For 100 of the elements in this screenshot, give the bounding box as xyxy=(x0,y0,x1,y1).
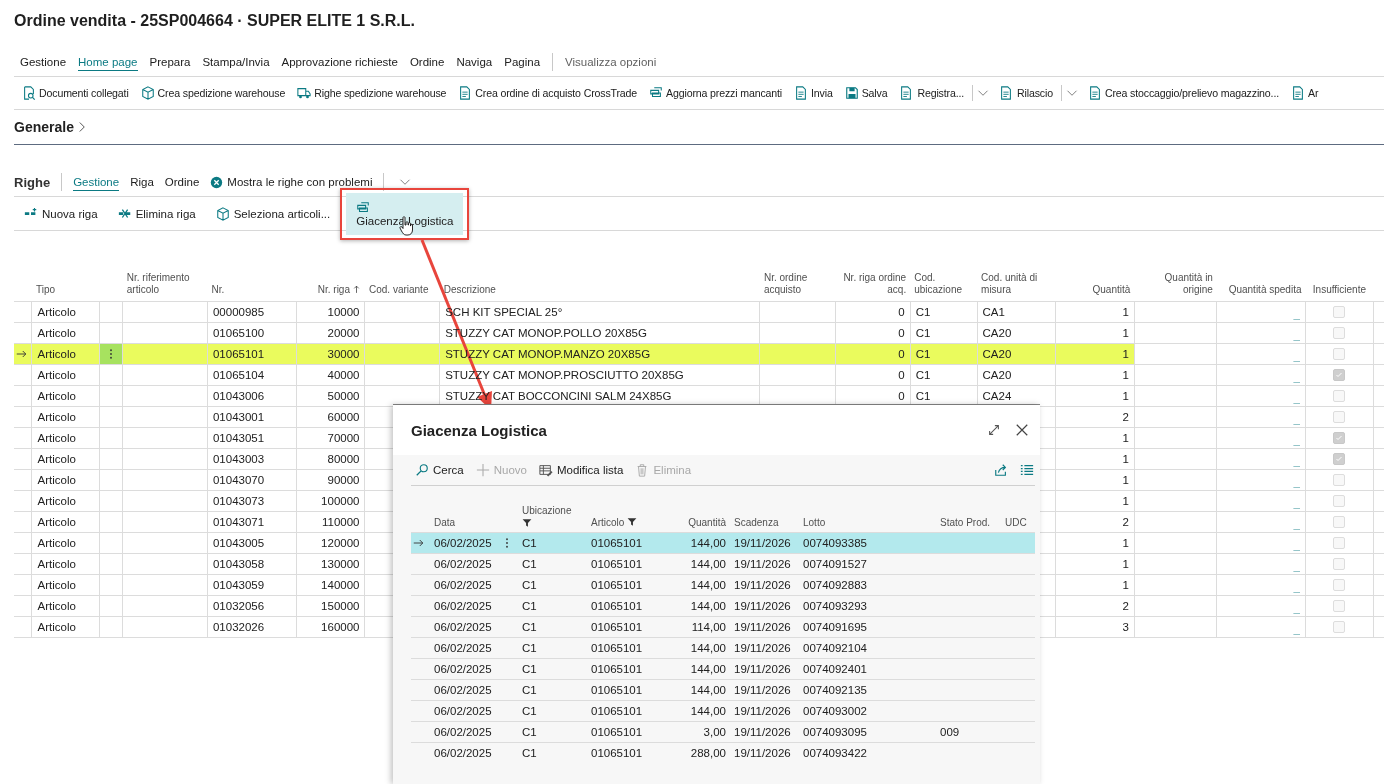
table-row[interactable]: 06/02/2025 C1 01065101 144,00 19/11/2026 0074091527 xyxy=(411,553,1035,575)
table-cell: 01065101 xyxy=(591,537,643,549)
column-header[interactable]: Cod. variante xyxy=(369,284,429,296)
toolbar-button[interactable]: Modifica lista xyxy=(534,460,628,480)
menu-tab[interactable]: Ordine xyxy=(409,53,445,71)
cell-link[interactable]: _ xyxy=(1293,308,1300,320)
column-header[interactable]: Cod. unità di misura xyxy=(981,272,1052,296)
lines-tab[interactable]: Riga xyxy=(130,173,154,191)
table-row[interactable]: 06/02/2025 C1 01065101 144,00 19/11/2026 0074092883 xyxy=(411,574,1035,596)
column-header[interactable]: Nr. riga ordine acq. xyxy=(839,272,907,296)
lines-tab[interactable]: Ordine xyxy=(164,173,200,191)
action-button[interactable]: Crea spedizione warehouse xyxy=(140,82,290,104)
column-header[interactable]: Descrizione xyxy=(443,284,496,296)
table-cell: 0074091527 xyxy=(803,558,867,570)
column-header[interactable]: UDC xyxy=(1005,517,1027,528)
menu-tab[interactable]: Pagina xyxy=(504,53,541,71)
column-header[interactable]: Quantità xyxy=(688,517,726,528)
column-header[interactable]: Data xyxy=(434,517,456,528)
cell-link[interactable]: _ xyxy=(1293,455,1300,467)
cell-link[interactable]: _ xyxy=(1293,602,1300,614)
action-button[interactable]: Rilascio xyxy=(999,81,1082,105)
cell-link[interactable]: _ xyxy=(1293,623,1300,635)
view-options-link[interactable]: Visualizza opzioni xyxy=(565,53,657,71)
cell-link[interactable]: _ xyxy=(1293,371,1300,383)
column-header[interactable]: Quantità in origine xyxy=(1138,272,1213,296)
menu-tab[interactable]: Home page xyxy=(78,53,138,71)
column-header[interactable]: Nr. xyxy=(211,284,225,296)
table-cell: Articolo xyxy=(37,348,76,360)
table-cell: CA20 xyxy=(982,369,1012,381)
list-view-button[interactable] xyxy=(1019,462,1035,478)
table-cell: 19/11/2026 xyxy=(734,600,791,612)
cell-link[interactable]: _ xyxy=(1293,497,1300,509)
action-button[interactable]: Crea stoccaggio/prelievo magazzino... xyxy=(1087,82,1283,104)
table-row[interactable]: 06/02/2025 C1 01065101 144,00 19/11/2026 0074092104 xyxy=(411,637,1035,659)
column-header[interactable]: Stato Prod. xyxy=(940,517,991,528)
close-button[interactable] xyxy=(1014,422,1030,438)
table-cell: 1 xyxy=(1122,348,1129,360)
table-row[interactable]: 06/02/2025 C1 01065101 144,00 19/11/2026 0074092135 xyxy=(411,679,1035,701)
table-cell: 01043070 xyxy=(212,474,265,486)
menu-tab[interactable]: Naviga xyxy=(456,53,493,71)
table-row[interactable]: 06/02/2025 C1 01065101 288,00 19/11/2026 0074093422 xyxy=(411,742,1035,763)
table-cell: Articolo xyxy=(37,327,76,339)
cell-link[interactable]: _ xyxy=(1293,581,1300,593)
expand-button[interactable] xyxy=(986,422,1002,438)
column-header[interactable]: Scadenza xyxy=(734,517,779,528)
table-row[interactable]: 06/02/2025 C1 01065101 144,00 19/11/2026 0074093293 xyxy=(411,595,1035,617)
column-header[interactable]: Quantità spedita xyxy=(1228,284,1302,296)
table-cell: 01065101 xyxy=(591,600,643,612)
column-header[interactable]: Cod. ubicazione xyxy=(914,272,974,296)
lines-tab[interactable]: Gestione xyxy=(73,173,120,191)
action-button[interactable]: Crea ordine di acquisto CrossTrade xyxy=(458,82,642,104)
menu-tab[interactable]: Approvazione richieste xyxy=(281,53,398,71)
cell-link[interactable]: _ xyxy=(1293,350,1300,362)
table-row[interactable]: 06/02/2025 C1 01065101 144,00 19/11/2026 0074092401 xyxy=(411,658,1035,680)
table-cell: 120000 xyxy=(321,537,360,549)
action-button[interactable]: Seleziona articoli... xyxy=(215,202,341,225)
table-cell: Articolo xyxy=(37,432,76,444)
column-header[interactable]: Articolo xyxy=(591,517,625,528)
column-header[interactable]: Tipo xyxy=(36,284,56,296)
column-header[interactable]: Insufficiente xyxy=(1312,284,1366,296)
table-cell: 0074092135 xyxy=(803,684,867,696)
table-row[interactable]: 06/02/2025 C1 01065101 3,00 19/11/2026 0074093095 009 xyxy=(411,721,1035,743)
table-cell: Articolo xyxy=(37,411,76,423)
cell-link[interactable]: _ xyxy=(1293,539,1300,551)
action-button[interactable]: Documenti collegati xyxy=(22,82,133,104)
column-header[interactable]: Lotto xyxy=(803,517,826,528)
column-header[interactable]: Nr. riga xyxy=(317,284,350,296)
table-row[interactable]: 06/02/2025 C1 01065101 144,00 19/11/2026 0074093385 xyxy=(411,532,1035,554)
table-row[interactable]: 06/02/2025 C1 01065101 114,00 19/11/2026 0074091695 xyxy=(411,616,1035,638)
menu-tab[interactable]: Gestione xyxy=(20,53,67,71)
cell-link[interactable]: _ xyxy=(1293,560,1300,572)
section-header[interactable]: Generale xyxy=(14,119,88,135)
column-header[interactable]: Nr. ordine acquisto xyxy=(763,272,832,296)
table-cell: 01065101 xyxy=(591,558,643,570)
action-button[interactable]: Ar xyxy=(1291,82,1323,104)
action-button[interactable]: Aggiorna prezzi mancanti xyxy=(649,82,786,104)
column-header[interactable]: Nr. riferimento articolo xyxy=(126,272,204,296)
document-icon xyxy=(458,86,473,100)
action-button[interactable]: Invia xyxy=(794,82,837,104)
cell-link[interactable]: _ xyxy=(1293,392,1300,404)
column-header[interactable]: Quantità xyxy=(1092,284,1131,296)
action-button[interactable]: Righe spedizione warehouse xyxy=(297,82,451,104)
cell-link[interactable]: _ xyxy=(1293,476,1300,488)
share-button[interactable] xyxy=(993,462,1009,478)
cell-link[interactable]: _ xyxy=(1293,518,1300,530)
action-button[interactable]: Nuova riga xyxy=(24,202,108,225)
menu-tab[interactable]: Prepara xyxy=(149,53,191,71)
action-button[interactable]: Elimina riga xyxy=(117,202,206,225)
menu-tab[interactable]: Stampa/Invia xyxy=(202,53,270,71)
table-cell: 144,00 xyxy=(690,642,726,654)
action-button[interactable]: Salva xyxy=(844,82,892,104)
filter-button[interactable]: Mostra le righe con problemi xyxy=(210,173,373,191)
table-row[interactable]: 06/02/2025 C1 01065101 144,00 19/11/2026 0074093002 xyxy=(411,700,1035,722)
cell-link[interactable]: _ xyxy=(1293,413,1300,425)
action-button[interactable]: Registra... xyxy=(899,81,994,105)
cell-link[interactable]: _ xyxy=(1293,329,1300,341)
table-cell: 01065101 xyxy=(591,726,643,738)
cell-link[interactable]: _ xyxy=(1293,434,1300,446)
toolbar-button[interactable]: Cerca xyxy=(411,460,468,480)
table-cell: C1 xyxy=(522,684,537,696)
